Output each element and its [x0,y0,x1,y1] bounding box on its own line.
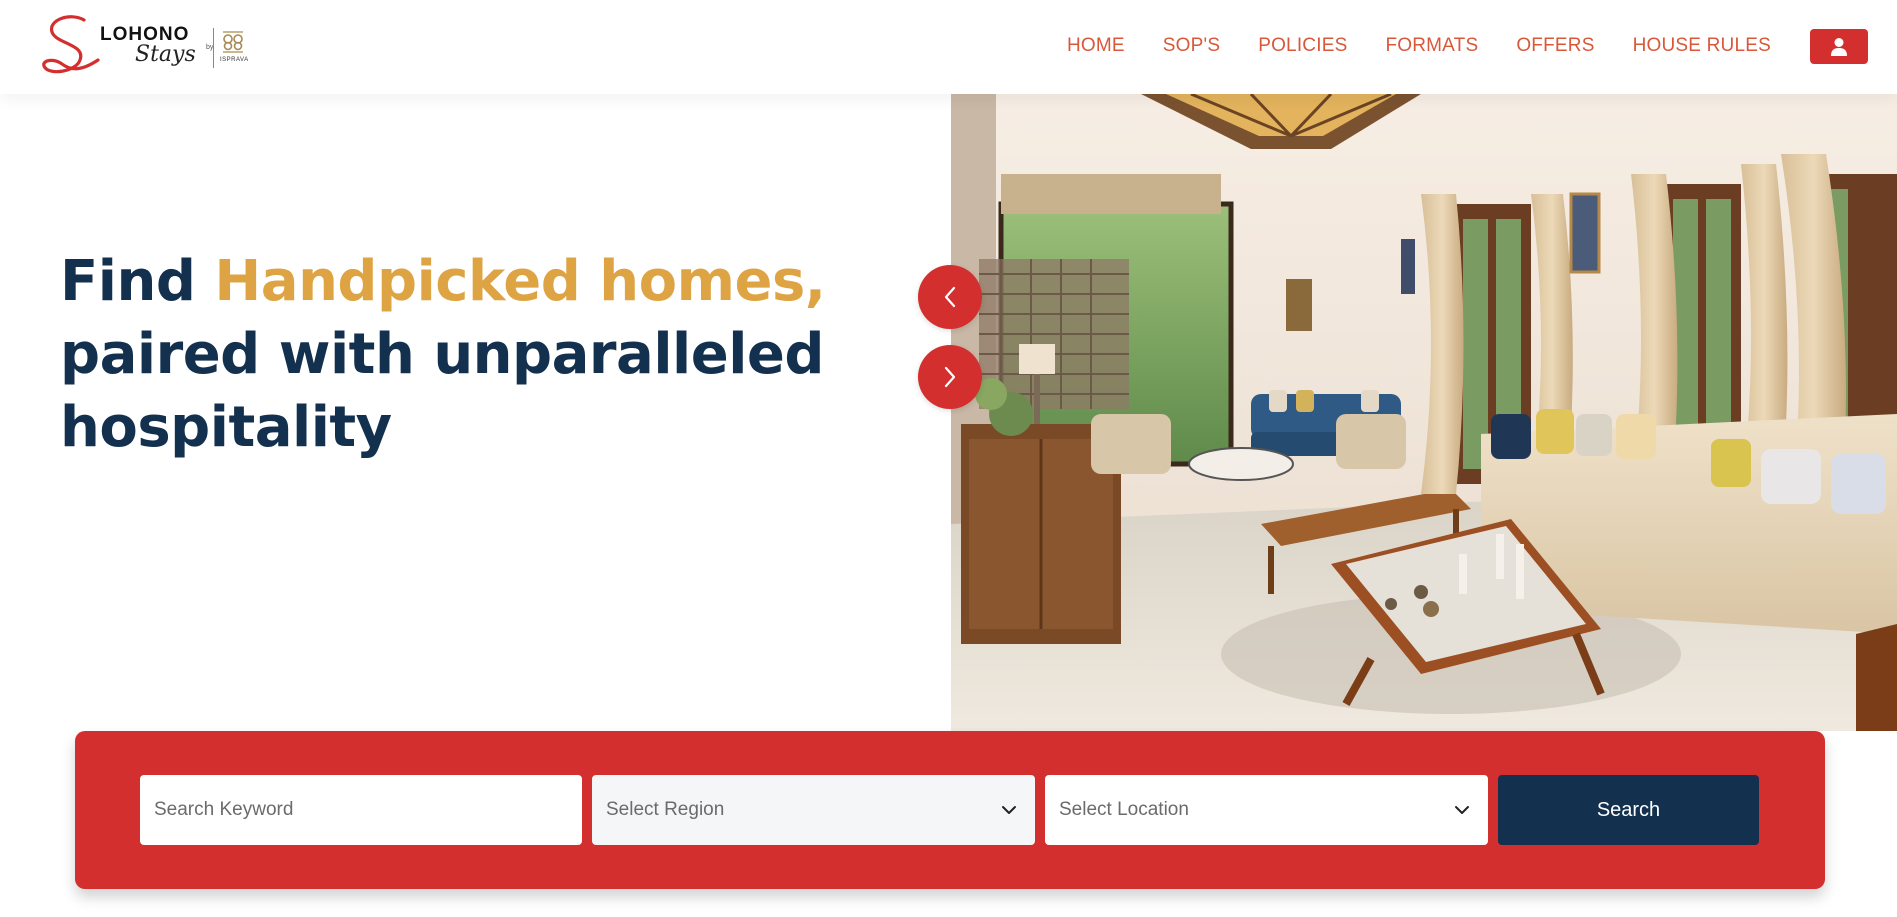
search-button[interactable]: Search [1498,775,1759,845]
region-select[interactable]: Select Region [592,775,1035,845]
carousel-prev-button[interactable] [918,265,982,329]
brand-script: Stays [135,42,196,67]
logo-divider [213,28,214,68]
hero-title-accent: Handpicked homes, [214,249,826,314]
main-nav: HOME SOP'S POLICIES FORMATS OFFERS HOUSE… [1067,35,1771,57]
nav-item-formats[interactable]: FORMATS [1385,35,1478,57]
profile-button[interactable] [1810,29,1868,64]
chevron-down-icon [1455,806,1469,814]
brand-logo[interactable]: LOHONO Stays by ISPRAVA [40,14,260,80]
nav-item-offers[interactable]: OFFERS [1516,35,1594,57]
carousel-next-button[interactable] [918,345,982,409]
isprava-mark-icon [223,31,243,53]
living-room-photo [951,94,1897,731]
chevron-down-icon [1002,806,1016,814]
nav-item-home[interactable]: HOME [1067,35,1125,57]
search-keyword-input[interactable] [154,799,582,821]
chevron-left-icon [944,286,956,308]
nav-item-policies[interactable]: POLICIES [1258,35,1347,57]
site-header: LOHONO Stays by ISPRAVA HOME SOP'S POLIC… [0,0,1897,94]
partner-name: ISPRAVA [220,57,249,63]
location-select-value: Select Location [1059,799,1189,820]
nav-item-house-rules[interactable]: HOUSE RULES [1633,35,1771,57]
hero-title-rest: paired with unparalleled hospitality [60,322,824,460]
region-select-value: Select Region [606,799,725,820]
user-icon [1831,37,1847,56]
hero-title: Find Handpicked homes, paired with unpar… [60,245,890,464]
chevron-right-icon [944,366,956,388]
nav-item-sops[interactable]: SOP'S [1163,35,1220,57]
logo-s-mark-icon [42,15,100,74]
hero-carousel-image [951,94,1897,731]
search-panel: Select Region Select Location Search [75,731,1825,889]
location-select[interactable]: Select Location [1045,775,1488,845]
keyword-field[interactable] [140,775,582,845]
hero-title-lead: Find [60,249,215,314]
